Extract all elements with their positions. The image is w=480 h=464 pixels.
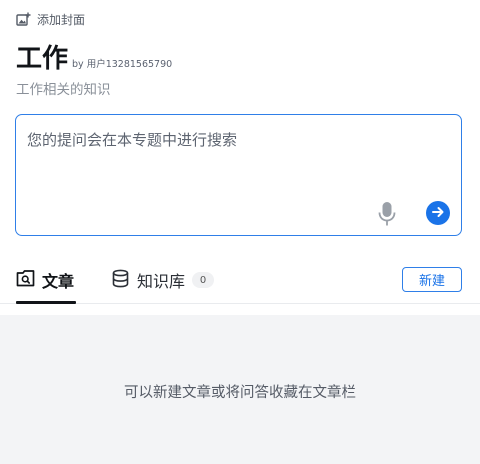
new-button[interactable]: 新建 [402, 267, 462, 292]
empty-state-message: 可以新建文章或将问答收藏在文章栏 [124, 385, 356, 401]
topic-header: 工作 by 用户13281565790 [16, 40, 172, 74]
voice-input-button[interactable] [377, 201, 397, 227]
topic-description: 工作相关的知识 [16, 82, 111, 98]
tab-knowledge-base[interactable]: 知识库 0 [111, 268, 215, 292]
database-icon [111, 269, 130, 292]
tab-articles-label: 文章 [42, 272, 75, 291]
empty-state: 可以新建文章或将问答收藏在文章栏 [0, 315, 480, 464]
topic-owner: by 用户13281565790 [72, 59, 173, 70]
send-button[interactable] [426, 201, 450, 225]
knowledge-base-count-badge: 0 [192, 272, 215, 288]
active-tab-indicator [16, 301, 76, 304]
topic-title: 工作 [16, 44, 69, 74]
microphone-icon [377, 202, 397, 231]
topic-page: 添加封面 工作 by 用户13281565790 工作相关的知识 您的提问会在本… [0, 0, 480, 464]
tab-knowledge-base-label: 知识库 [137, 272, 186, 291]
add-cover-label: 添加封面 [37, 12, 86, 27]
article-box-icon [16, 269, 35, 291]
add-cover-button[interactable]: 添加封面 [16, 10, 85, 28]
add-image-icon [16, 12, 31, 26]
ask-placeholder: 您的提问会在本专题中进行搜索 [27, 131, 238, 149]
arrow-right-icon [431, 204, 445, 223]
tab-articles[interactable]: 文章 [16, 268, 74, 292]
ask-question-input[interactable]: 您的提问会在本专题中进行搜索 [15, 114, 462, 236]
content-tabs: 文章 知识库 0 新建 [0, 256, 480, 304]
